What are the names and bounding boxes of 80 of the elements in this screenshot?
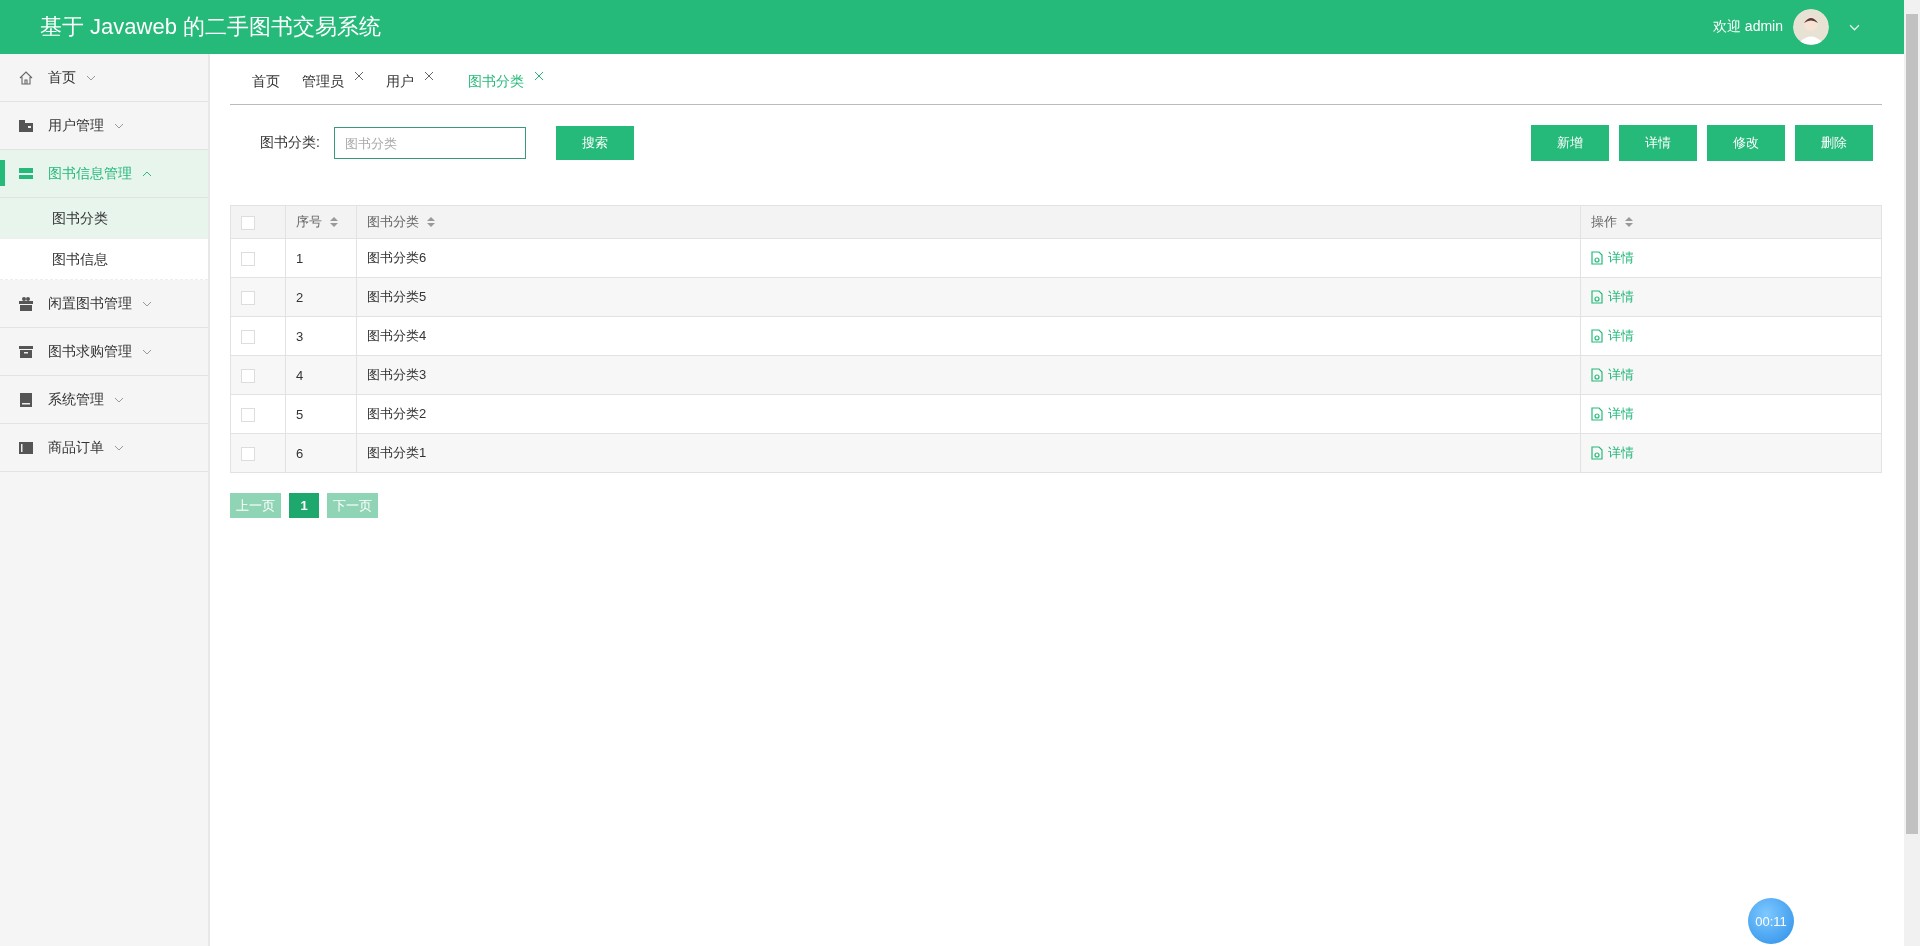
tab[interactable]: 管理员 <box>302 67 364 91</box>
caret-icon <box>142 300 152 307</box>
table-cell: 4 <box>296 367 304 383</box>
menu-item[interactable]: 系统管理 <box>0 376 208 424</box>
action-button[interactable]: 删除 <box>1795 125 1873 161</box>
table-cell: 2 <box>296 289 304 305</box>
tab[interactable]: 图书分类 <box>468 67 544 91</box>
caret-icon <box>114 396 124 403</box>
avatar-icon[interactable] <box>1793 9 1829 45</box>
caret-icon[interactable] <box>1849 23 1860 31</box>
document-icon <box>1591 406 1603 421</box>
app-title: 基于 Javaweb 的二手图书交易系统 <box>40 13 382 41</box>
checkbox[interactable] <box>241 446 255 461</box>
sort-icon[interactable] <box>330 217 338 227</box>
menu-item[interactable]: 首页 <box>0 54 208 102</box>
checkbox[interactable] <box>241 329 255 344</box>
column-header[interactable]: 图书分类 <box>367 213 419 231</box>
detail-link[interactable]: 详情 <box>1591 287 1634 306</box>
document-icon <box>1591 445 1603 460</box>
table-cell: 3 <box>296 328 304 344</box>
table-cell: 5 <box>296 406 304 422</box>
table-cell: 1 <box>296 250 304 266</box>
checkbox[interactable] <box>241 290 255 305</box>
menu-item[interactable]: 图书求购管理 <box>0 328 208 376</box>
home-icon <box>18 69 34 86</box>
detail-link[interactable]: 详情 <box>1591 326 1634 345</box>
search-button[interactable]: 搜索 <box>555 126 634 160</box>
table-cell: 图书分类6 <box>367 250 427 265</box>
tab[interactable]: 用户 <box>386 67 434 91</box>
document-icon <box>1591 250 1603 265</box>
panel-icon <box>18 165 34 182</box>
sort-icon[interactable] <box>427 217 435 227</box>
caret-icon <box>86 74 96 81</box>
table-cell: 图书分类5 <box>367 289 427 304</box>
welcome-text: 欢迎 admin <box>1712 18 1783 36</box>
table-cell: 图书分类1 <box>367 445 427 460</box>
gift-icon <box>18 295 34 312</box>
menu-item[interactable]: 图书信息管理 <box>0 150 208 198</box>
document-icon <box>1591 328 1603 343</box>
search-label: 图书分类: <box>260 134 320 152</box>
caret-icon <box>142 348 152 355</box>
caret-icon <box>114 444 124 451</box>
tab[interactable]: 首页 <box>252 67 280 91</box>
close-icon[interactable] <box>354 71 364 81</box>
detail-link[interactable]: 详情 <box>1591 248 1634 267</box>
checkbox[interactable] <box>241 251 255 266</box>
checkbox[interactable] <box>241 407 255 422</box>
document-icon <box>1591 289 1603 304</box>
active-indicator <box>0 160 5 186</box>
detail-link[interactable]: 详情 <box>1591 404 1634 423</box>
submenu-item[interactable]: 图书信息 <box>0 239 208 280</box>
close-icon[interactable] <box>534 71 544 81</box>
scrollbar[interactable] <box>1904 0 1920 946</box>
archive-icon <box>18 343 34 360</box>
recording-timer: 00:11 <box>1748 898 1794 944</box>
checkbox[interactable] <box>241 215 255 230</box>
menu-item[interactable]: 闲置图书管理 <box>0 280 208 328</box>
submenu-item[interactable]: 图书分类 <box>0 198 208 239</box>
table-cell: 图书分类4 <box>367 328 427 343</box>
detail-link[interactable]: 详情 <box>1591 365 1634 384</box>
action-button[interactable]: 详情 <box>1619 125 1697 161</box>
page-button[interactable]: 1 <box>289 493 319 518</box>
table-cell: 图书分类3 <box>367 367 427 382</box>
table-cell: 6 <box>296 445 304 461</box>
document-icon <box>1591 367 1603 382</box>
action-button[interactable]: 修改 <box>1707 125 1785 161</box>
detail-link[interactable]: 详情 <box>1591 443 1634 462</box>
column-header[interactable]: 操作 <box>1591 213 1617 231</box>
sort-icon[interactable] <box>1625 217 1633 227</box>
column-header[interactable]: 序号 <box>296 213 322 231</box>
table-cell: 图书分类2 <box>367 406 427 421</box>
action-button[interactable]: 新增 <box>1531 125 1609 161</box>
search-field[interactable]: 图书分类 <box>333 127 526 159</box>
menu-item[interactable]: 商品订单 <box>0 424 208 472</box>
close-icon[interactable] <box>424 71 434 81</box>
caret-icon <box>114 122 124 129</box>
checkbox[interactable] <box>241 368 255 383</box>
caret-icon <box>142 170 152 177</box>
book-icon <box>18 439 34 456</box>
drive-icon <box>18 391 34 408</box>
